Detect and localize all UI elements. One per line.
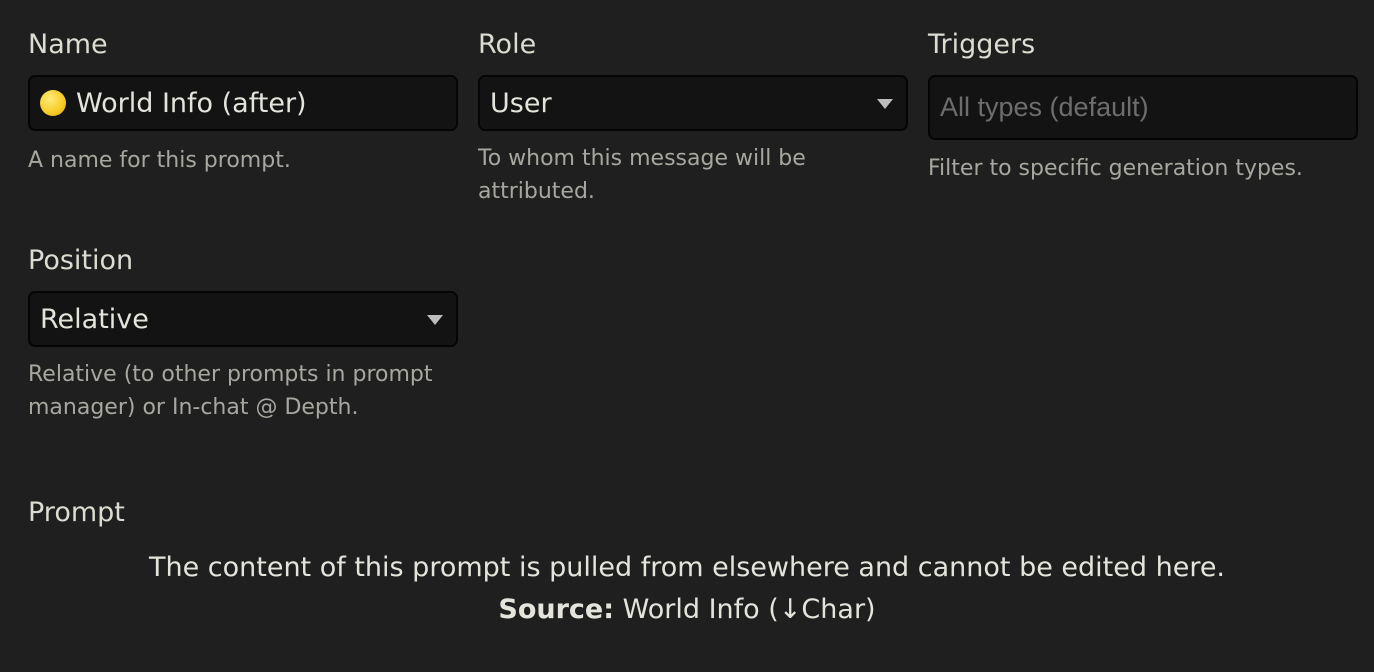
triggers-label: Triggers: [928, 29, 1036, 60]
name-input-value: World Info (after): [76, 87, 307, 119]
position-select[interactable]: Relative: [28, 291, 458, 347]
chevron-down-icon: [877, 99, 893, 109]
prompt-source-value: World Info (↓Char): [622, 594, 876, 625]
role-hint: To whom this message will be attributed.: [478, 146, 806, 204]
name-section: Name World Info (after) A name for this …: [28, 29, 458, 173]
triggers-hint: Filter to specific generation types.: [928, 156, 1303, 181]
role-select[interactable]: User: [478, 75, 908, 131]
position-section: Position Relative Relative (to other pro…: [28, 245, 458, 420]
prompt-notice-text: The content of this prompt is pulled fro…: [148, 552, 1226, 583]
position-select-value: Relative: [40, 303, 149, 335]
position-hint: Relative (to other prompts in prompt man…: [28, 362, 433, 420]
role-label: Role: [478, 29, 537, 60]
chevron-down-icon: [427, 315, 443, 325]
name-label: Name: [28, 29, 108, 60]
prompt-label: Prompt: [28, 497, 125, 528]
yellow-circle-icon: [40, 90, 66, 116]
triggers-section: Triggers All types (default) Filter to s…: [928, 29, 1358, 181]
prompt-notice: The content of this prompt is pulled fro…: [0, 547, 1374, 631]
prompt-source: Source: World Info (↓Char): [0, 589, 1374, 631]
triggers-input[interactable]: All types (default): [928, 75, 1358, 140]
role-select-value: User: [490, 87, 552, 119]
name-input[interactable]: World Info (after): [28, 75, 458, 131]
prompt-source-label: Source:: [498, 594, 615, 625]
position-label: Position: [28, 245, 134, 276]
role-section: Role User To whom this message will be a…: [478, 29, 908, 204]
name-hint: A name for this prompt.: [28, 148, 291, 173]
triggers-placeholder: All types (default): [940, 92, 1149, 122]
